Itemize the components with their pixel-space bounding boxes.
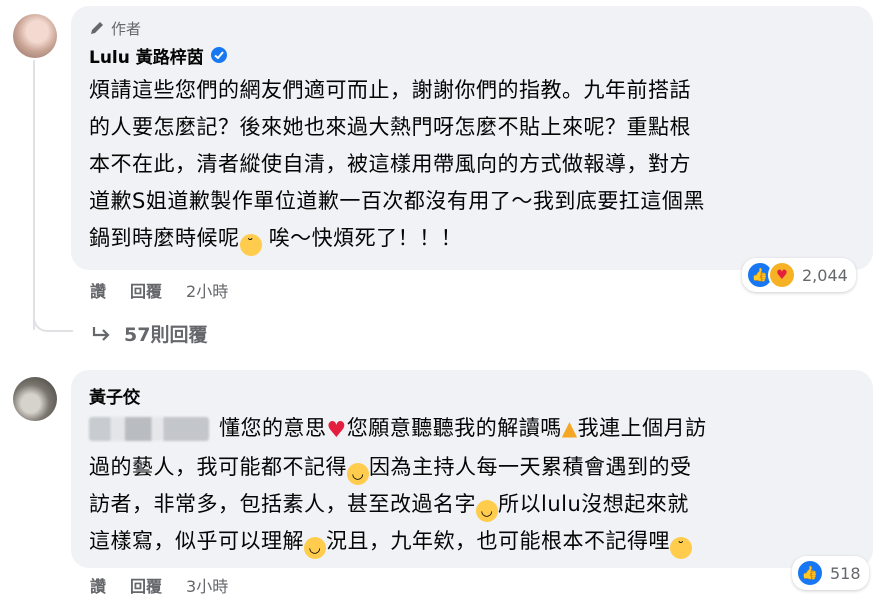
thread-connector <box>33 300 73 332</box>
comment-actions: 讚 回覆 3小時 <box>90 573 228 597</box>
like-reaction-icon: 👍 <box>796 559 824 587</box>
smile-emoji: ◡ <box>304 537 326 559</box>
reaction-count: 2,044 <box>802 265 848 285</box>
commenter-avatar[interactable] <box>13 377 57 421</box>
comment-bubble-lulu: 作者 Lulu 黃路梓茵 煩請這些您們的網友們適可而止，謝謝你們的指教。九年前搭… <box>71 6 873 270</box>
heart-emoji: ♥ <box>326 418 347 443</box>
pencil-icon <box>91 22 103 34</box>
comment-text: 懂您的意思♥您願意聽聽我的解讀嗎▲我連上個月訪 過的藝人，我可能都不記得 ◡ 因為主… <box>89 410 857 560</box>
like-button[interactable]: 讚 <box>90 278 106 302</box>
verified-badge-icon <box>210 47 227 63</box>
reaction-summary[interactable]: 👍 ♥ 2,044 <box>742 258 856 292</box>
reply-arrow-icon <box>92 326 110 341</box>
laughing-emoji: ◡ <box>347 463 369 485</box>
rofl-emoji: ◡ <box>476 500 498 522</box>
timestamp[interactable]: 3小時 <box>186 573 228 597</box>
author-avatar[interactable] <box>13 14 57 58</box>
like-button[interactable]: 讚 <box>90 573 106 597</box>
reply-button[interactable]: 回覆 <box>130 573 162 597</box>
reaction-count: 518 <box>830 563 861 583</box>
view-replies-link[interactable]: 57則回覆 <box>92 320 207 347</box>
comment-bubble-huang: 黃子佼 懂您的意思♥您願意聽聽我的解讀嗎▲我連上個月訪 過的藝人，我可能都不記得… <box>71 370 873 568</box>
timestamp[interactable]: 2小時 <box>186 278 228 302</box>
reply-button[interactable]: 回覆 <box>130 278 162 302</box>
author-badge-label: 作者 <box>111 19 142 38</box>
blurred-mention <box>89 417 209 441</box>
comment-text: 煩請這些您們的網友們適可而止，謝謝你們的指教。九年前搭話 的人要怎麼記？後來她也… <box>89 72 857 257</box>
replies-count[interactable]: 57則回覆 <box>124 320 207 347</box>
commenter-name[interactable]: 黃子佼 <box>89 383 140 408</box>
care-reaction-icon: ♥ <box>768 261 796 289</box>
commenter-name[interactable]: Lulu 黃路梓茵 <box>89 43 204 68</box>
reaction-summary[interactable]: 👍 518 <box>792 556 869 590</box>
tired-emoji: ˘ <box>239 234 262 256</box>
pray-emoji: ▲ <box>561 416 578 440</box>
thread-line <box>33 60 35 330</box>
comment-actions: 讚 回覆 2小時 <box>90 278 228 302</box>
author-badge: 作者 <box>89 16 857 40</box>
pleading-emoji: ˘ <box>670 537 692 559</box>
